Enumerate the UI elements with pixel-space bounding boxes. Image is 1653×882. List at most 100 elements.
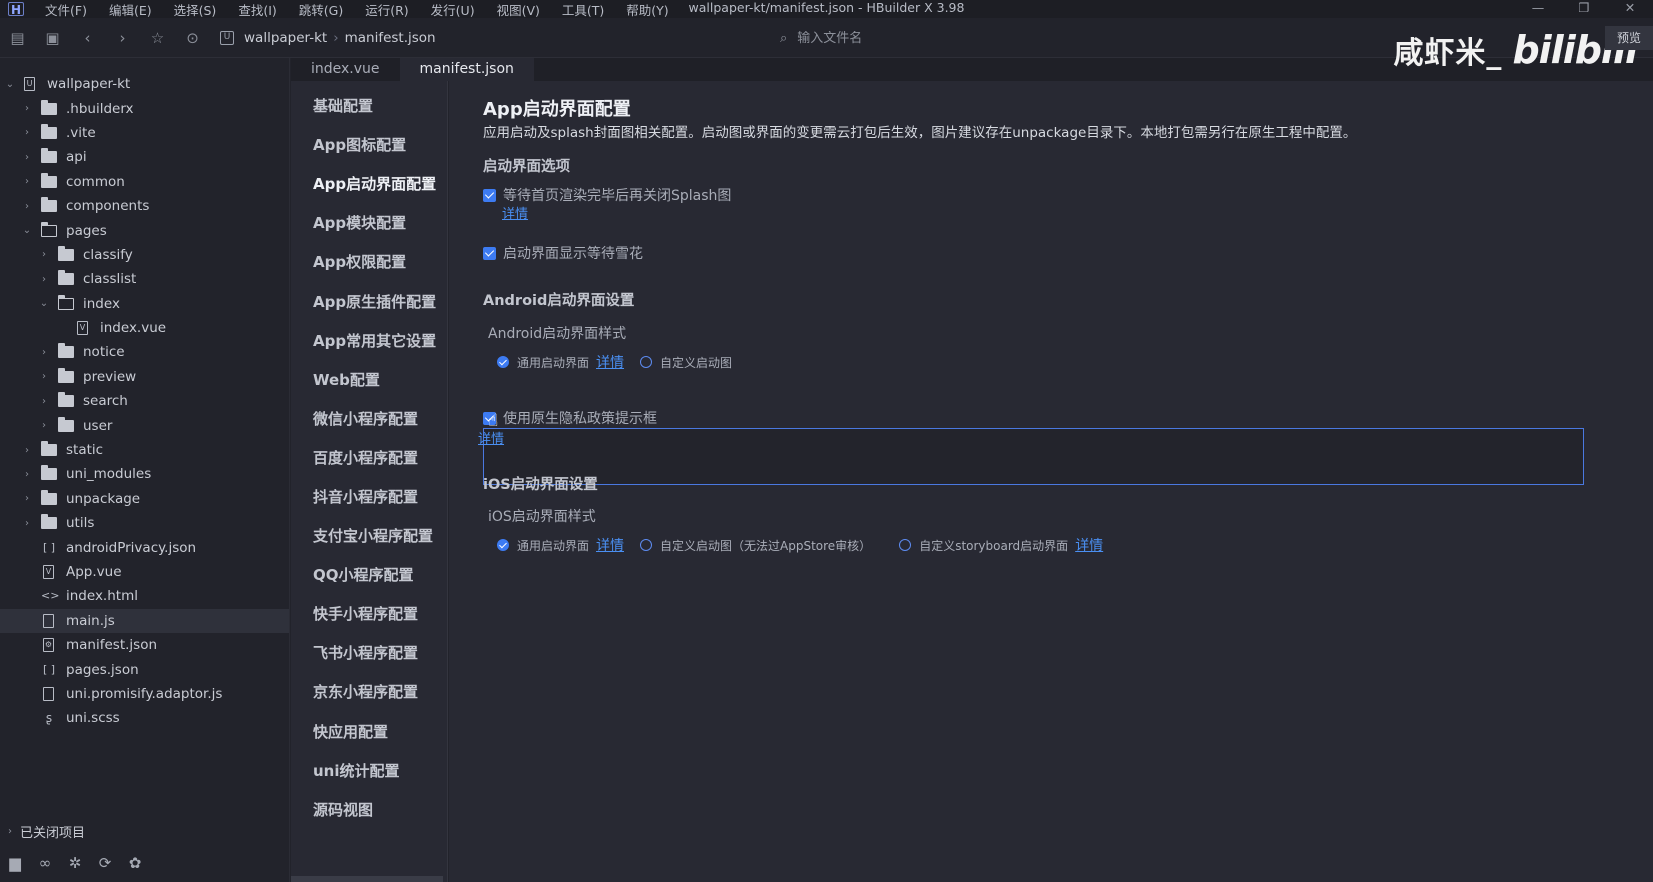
minimize-icon[interactable]: —	[1515, 0, 1561, 18]
config-nav-item[interactable]: Web配置	[291, 360, 447, 399]
file-search-input[interactable]	[797, 30, 1078, 46]
tree-item[interactable]: ʂ uni.scss	[0, 706, 289, 730]
config-nav-item[interactable]: App权限配置	[291, 242, 447, 281]
bookmark-star-icon[interactable]: ☆	[140, 18, 175, 58]
menu-item[interactable]: 运行(R)	[354, 0, 419, 19]
tree-item[interactable]: › static	[0, 438, 289, 462]
tree-item[interactable]: › .vite	[0, 121, 289, 145]
menu-item[interactable]: 文件(F)	[34, 0, 98, 19]
config-nav-item[interactable]: 快应用配置	[291, 712, 447, 751]
tree-item[interactable]: <> index.html	[0, 584, 289, 608]
ios-general-radio[interactable]	[497, 539, 509, 551]
menu-item[interactable]: 发行(U)	[420, 0, 486, 19]
back-icon[interactable]: ‹	[70, 18, 105, 58]
config-nav-item[interactable]: App原生插件配置	[291, 281, 447, 320]
config-nav-item[interactable]: 基础配置	[291, 86, 447, 125]
tree-item[interactable]: › unpackage	[0, 487, 289, 511]
maximize-icon[interactable]: ❐	[1561, 0, 1607, 18]
config-nav-item[interactable]: 快手小程序配置	[291, 594, 447, 633]
tree-item[interactable]: V App.vue	[0, 560, 289, 584]
tree-item[interactable]: › common	[0, 170, 289, 194]
menu-item[interactable]: 视图(V)	[486, 0, 551, 19]
horizontal-scrollbar[interactable]	[291, 876, 443, 882]
tree-item[interactable]: › user	[0, 413, 289, 437]
folder-icon[interactable]: ▆	[0, 854, 30, 872]
chevron-right-icon: ›	[8, 825, 12, 837]
android-custom-radio[interactable]	[640, 356, 653, 368]
config-nav-item[interactable]: App模块配置	[291, 203, 447, 242]
menu-item[interactable]: 查找(I)	[227, 0, 287, 19]
config-nav-item[interactable]: 抖音小程序配置	[291, 477, 447, 516]
debug-bug-icon[interactable]: ✲	[60, 854, 90, 872]
tree-item[interactable]: › .hbuilderx	[0, 96, 289, 120]
config-nav-item[interactable]: 京东小程序配置	[291, 672, 447, 711]
tree-item[interactable]: › notice	[0, 340, 289, 364]
tree-item[interactable]: Vindex.vue	[0, 316, 289, 340]
forward-icon[interactable]: ›	[105, 18, 140, 58]
chevron-right-icon: ›	[25, 517, 29, 529]
breadcrumb-project[interactable]: wallpaper-kt	[244, 30, 327, 46]
privacy-option[interactable]: 使用原生隐私政策提示框	[483, 408, 657, 428]
menu-item[interactable]: 跳转(G)	[288, 0, 354, 19]
config-nav-item[interactable]: 飞书小程序配置	[291, 633, 447, 672]
config-nav-item[interactable]: 微信小程序配置	[291, 399, 447, 438]
tree-item[interactable]: ⌄ index	[0, 292, 289, 316]
editor-tab[interactable]: index.vue	[291, 58, 400, 81]
wait-render-checkbox[interactable]	[483, 188, 496, 202]
ios-general-option[interactable]: 通用启动界面 详情	[497, 535, 624, 555]
tree-item[interactable]: ⚙ manifest.json	[0, 633, 289, 657]
android-general-details-link[interactable]: 详情	[596, 352, 624, 372]
ios-storyboard-option[interactable]: 自定义storyboard启动界面 详情	[899, 535, 1103, 555]
config-nav-item[interactable]: uni统计配置	[291, 751, 447, 790]
tree-item[interactable]: › search	[0, 389, 289, 413]
tree-item[interactable]: [ ] androidPrivacy.json	[0, 535, 289, 559]
config-nav-item[interactable]: App图标配置	[291, 125, 447, 164]
config-nav-item[interactable]: 源码视图	[291, 790, 447, 829]
menu-item[interactable]: 工具(T)	[551, 0, 615, 19]
editor-tab[interactable]: manifest.json	[399, 58, 534, 81]
binoculars-icon[interactable]: ∞	[30, 854, 60, 872]
wait-render-option[interactable]: 等待首页渲染完毕后再关闭Splash图	[483, 185, 731, 205]
show-waiting-option[interactable]: 启动界面显示等待雪花	[483, 243, 643, 263]
android-general-radio[interactable]	[497, 356, 509, 368]
menu-item[interactable]: 选择(S)	[163, 0, 228, 19]
tree-item[interactable]: uni.promisify.adaptor.js	[0, 682, 289, 706]
ios-storyboard-radio[interactable]	[899, 539, 912, 551]
preview-button[interactable]: 预览	[1605, 26, 1653, 50]
tree-item[interactable]: ⌄ pages	[0, 218, 289, 242]
tree-item[interactable]: › classify	[0, 243, 289, 267]
ios-storyboard-details-link[interactable]: 详情	[1075, 535, 1103, 555]
tree-root[interactable]: ⌄ U wallpaper-kt	[0, 72, 289, 96]
tree-item[interactable]: › utils	[0, 511, 289, 535]
plugin-icon[interactable]: ✿	[120, 854, 150, 872]
show-waiting-checkbox[interactable]	[483, 246, 496, 260]
closed-projects[interactable]: › 已关闭项目	[0, 820, 85, 842]
ios-custom-option[interactable]: 自定义启动图（无法过AppStore审核）	[640, 537, 871, 554]
tree-item[interactable]: › components	[0, 194, 289, 218]
ios-custom-radio[interactable]	[640, 539, 653, 551]
tree-item[interactable]: › uni_modules	[0, 462, 289, 486]
config-nav-item[interactable]: 支付宝小程序配置	[291, 516, 447, 555]
config-nav-item[interactable]: QQ小程序配置	[291, 555, 447, 594]
menu-item[interactable]: 编辑(E)	[98, 0, 163, 19]
config-nav-item[interactable]: App常用其它设置	[291, 321, 447, 360]
android-custom-option[interactable]: 自定义启动图	[640, 354, 732, 371]
git-icon[interactable]: ⟳	[90, 854, 120, 872]
tree-item[interactable]: [ ] pages.json	[0, 657, 289, 681]
ios-general-details-link[interactable]: 详情	[596, 535, 624, 555]
save-icon[interactable]: ▣	[35, 18, 70, 58]
config-nav-item[interactable]: App启动界面配置	[291, 164, 447, 203]
android-general-option[interactable]: 通用启动界面 详情	[497, 352, 624, 372]
close-icon[interactable]: ✕	[1607, 0, 1653, 18]
run-icon[interactable]: ⊙	[175, 18, 210, 58]
tree-item[interactable]: › preview	[0, 365, 289, 389]
folder-icon	[41, 99, 57, 115]
wait-render-details-link[interactable]: 详情	[502, 203, 528, 222]
tree-item[interactable]: › classlist	[0, 267, 289, 291]
breadcrumb-file[interactable]: manifest.json	[345, 30, 436, 46]
new-file-icon[interactable]: ▤	[0, 18, 35, 58]
menu-item[interactable]: 帮助(Y)	[615, 0, 679, 19]
tree-item[interactable]: › api	[0, 145, 289, 169]
tree-item[interactable]: main.js	[0, 608, 289, 633]
config-nav-item[interactable]: 百度小程序配置	[291, 438, 447, 477]
